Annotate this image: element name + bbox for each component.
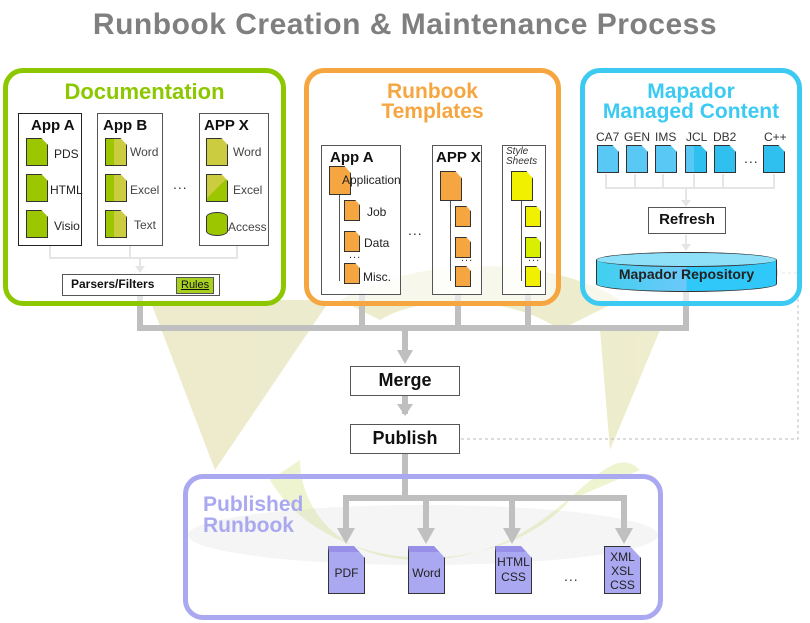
output-label: HTML CSS <box>497 555 530 584</box>
managed-title-line2: Managed Content <box>602 100 780 123</box>
template-app-x: APP X ... <box>432 145 482 295</box>
doc-item-label: Word <box>233 145 262 159</box>
document-icon <box>26 138 48 166</box>
parsers-filters-label: Parsers/Filters <box>71 277 155 291</box>
doc-item-label: HTML <box>50 183 83 197</box>
document-icon <box>344 200 360 221</box>
content-label: C++ <box>764 130 787 144</box>
output-label: Word <box>412 566 441 580</box>
document-icon <box>26 174 48 202</box>
output-document-xml: XML XSL CSS <box>604 546 641 594</box>
content-document-icon <box>714 145 736 173</box>
template-ellipsis-middle: ... <box>408 222 423 238</box>
tree-line <box>450 201 451 281</box>
tree-line <box>521 201 522 281</box>
template-app-x-title: APP X <box>436 149 481 166</box>
content-document-icon <box>597 145 619 173</box>
doc-item-label: PDS <box>54 147 79 161</box>
doc-app-a-title: App A <box>31 117 75 134</box>
document-icon <box>105 210 127 238</box>
doc-app-x: APP X Word Excel Access <box>199 113 269 246</box>
document-icon <box>206 174 228 202</box>
content-document-icon <box>655 145 677 173</box>
managed-title-line1: Mapador <box>647 80 735 103</box>
refresh-box[interactable]: Refresh <box>648 207 726 234</box>
template-item-label: Data <box>364 236 390 250</box>
document-icon <box>440 171 462 201</box>
document-icon <box>511 171 533 201</box>
rules-badge: Rules <box>176 277 215 294</box>
doc-app-b: App B Word Excel Text <box>97 113 163 246</box>
content-document-icon <box>685 145 707 173</box>
doc-app-a: App A PDS HTML Visio <box>18 113 83 246</box>
content-label: CA7 <box>596 130 620 144</box>
doc-item-label: Excel <box>130 183 160 197</box>
templates-title-line1: Runbook <box>387 80 478 103</box>
document-icon <box>26 210 48 238</box>
document-icon <box>344 263 360 284</box>
output-document-html: HTML CSS <box>495 546 532 594</box>
documentation-title: Documentation <box>64 79 225 104</box>
published-title-line2: Runbook <box>203 514 294 537</box>
merge-label: Merge <box>378 370 432 390</box>
style-sheets: Style Sheets ... <box>502 145 546 295</box>
doc-app-b-title: App B <box>103 117 148 134</box>
document-icon <box>105 138 127 166</box>
template-ellipsis: ... <box>528 252 541 264</box>
output-ellipsis: ... <box>564 568 579 584</box>
content-document-icon <box>626 145 648 173</box>
merge-box[interactable]: Merge <box>350 366 460 396</box>
content-label: DB2 <box>713 130 737 144</box>
output-document-word: Word <box>408 546 445 594</box>
doc-item-label: Visio <box>54 219 80 233</box>
template-ellipsis: ... <box>349 249 362 261</box>
style-sheets-title: Style Sheets <box>506 146 538 167</box>
refresh-label: Refresh <box>659 211 715 228</box>
content-document-icon <box>763 145 785 173</box>
output-document-pdf: PDF <box>328 546 365 594</box>
document-icon <box>525 266 541 287</box>
database-icon <box>206 212 228 236</box>
template-item-label: Misc. <box>363 270 391 284</box>
repository-top <box>597 253 776 267</box>
doc-item-label: Word <box>130 145 159 159</box>
parsers-filters-box[interactable]: Parsers/Filters Rules <box>62 274 220 296</box>
content-label: JCL <box>686 130 708 144</box>
published-title-line1: Published <box>203 493 304 516</box>
document-icon <box>105 174 127 202</box>
template-item-label: Job <box>367 205 387 219</box>
doc-item-label: Excel <box>233 183 263 197</box>
doc-ellipsis: ... <box>173 176 188 192</box>
template-app-a-title: App A <box>330 149 374 166</box>
doc-item-label: Text <box>134 218 157 232</box>
doc-app-x-title: APP X <box>204 117 249 134</box>
doc-item-label: Access <box>228 220 267 234</box>
tree-line <box>339 195 340 281</box>
content-label: IMS <box>655 130 677 144</box>
output-label: XML XSL CSS <box>610 550 635 592</box>
template-ellipsis: ... <box>461 252 474 264</box>
content-ellipsis: ... <box>744 150 759 166</box>
template-app-a: App A Application Job Data ... Misc. <box>321 145 401 295</box>
document-icon <box>455 266 471 287</box>
templates-title-line2: Templates <box>381 100 484 123</box>
document-icon <box>206 138 228 166</box>
publish-label: Publish <box>372 428 438 448</box>
document-icon <box>455 206 471 227</box>
output-label: PDF <box>334 566 359 580</box>
content-label: GEN <box>624 130 651 144</box>
document-icon <box>525 206 541 227</box>
template-root-label: Application <box>342 173 401 187</box>
page-title: Runbook Creation & Maintenance Process <box>92 8 718 41</box>
publish-box[interactable]: Publish <box>350 424 460 454</box>
repository-label: Mapador Repository <box>618 266 755 282</box>
mapador-repository[interactable]: Mapador Repository <box>596 252 777 292</box>
